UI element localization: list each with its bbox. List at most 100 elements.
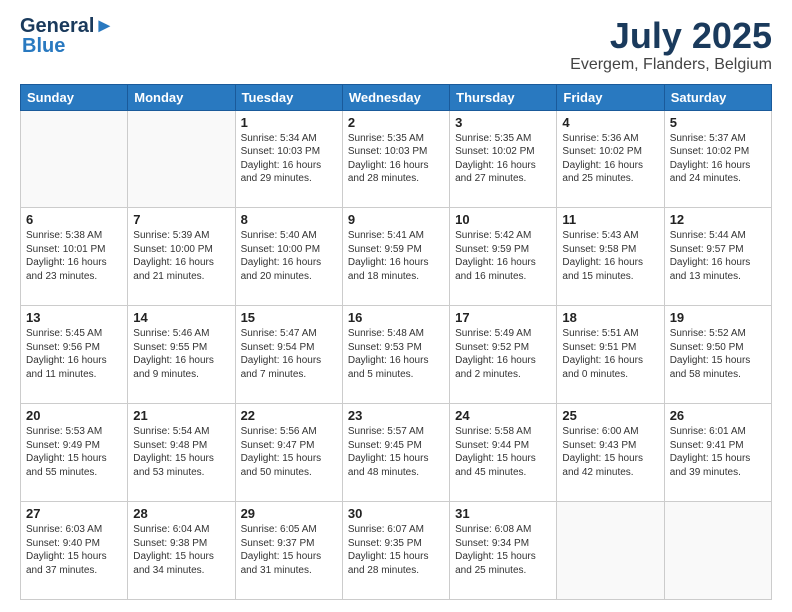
calendar-cell-0-0 [21, 110, 128, 208]
calendar-cell-2-2: 15Sunrise: 5:47 AMSunset: 9:54 PMDayligh… [235, 306, 342, 404]
calendar-cell-2-6: 19Sunrise: 5:52 AMSunset: 9:50 PMDayligh… [664, 306, 771, 404]
day-number-24: 24 [455, 408, 551, 423]
cell-content-23: Sunrise: 5:57 AMSunset: 9:45 PMDaylight:… [348, 425, 444, 479]
cell-line-17-3: and 2 minutes. [455, 369, 521, 380]
cell-line-23-0: Sunrise: 5:57 AM [348, 426, 424, 437]
calendar-cell-1-2: 8Sunrise: 5:40 AMSunset: 10:00 PMDayligh… [235, 208, 342, 306]
cell-line-4-1: Sunset: 10:02 PM [562, 146, 642, 157]
calendar-subtitle: Evergem, Flanders, Belgium [570, 56, 772, 74]
col-tuesday: Tuesday [235, 84, 342, 110]
cell-line-16-1: Sunset: 9:53 PM [348, 342, 422, 353]
calendar-cell-3-1: 21Sunrise: 5:54 AMSunset: 9:48 PMDayligh… [128, 404, 235, 502]
cell-line-29-0: Sunrise: 6:05 AM [241, 524, 317, 535]
cell-content-16: Sunrise: 5:48 AMSunset: 9:53 PMDaylight:… [348, 327, 444, 381]
cell-content-5: Sunrise: 5:37 AMSunset: 10:02 PMDaylight… [670, 132, 766, 186]
cell-content-3: Sunrise: 5:35 AMSunset: 10:02 PMDaylight… [455, 132, 551, 186]
calendar-cell-0-3: 2Sunrise: 5:35 AMSunset: 10:03 PMDayligh… [342, 110, 449, 208]
cell-line-17-2: Daylight: 16 hours [455, 355, 536, 366]
logo-text: General► [20, 16, 114, 36]
cell-line-25-2: Daylight: 15 hours [562, 453, 643, 464]
cell-line-16-3: and 5 minutes. [348, 369, 414, 380]
day-number-12: 12 [670, 212, 766, 227]
cell-line-20-1: Sunset: 9:49 PM [26, 440, 100, 451]
day-number-18: 18 [562, 310, 658, 325]
cell-content-13: Sunrise: 5:45 AMSunset: 9:56 PMDaylight:… [26, 327, 122, 381]
cell-line-6-1: Sunset: 10:01 PM [26, 244, 106, 255]
cell-line-13-3: and 11 minutes. [26, 369, 96, 380]
cell-line-22-3: and 50 minutes. [241, 467, 312, 478]
day-number-19: 19 [670, 310, 766, 325]
cell-line-29-3: and 31 minutes. [241, 565, 312, 576]
week-row-3: 13 Sunrise: 5:45 AMSunset: 9:56 PMDayligh… [21, 306, 772, 404]
logo: General► Blue [20, 16, 114, 56]
cell-content-1: Sunrise: 5:34 AMSunset: 10:03 PMDaylight… [241, 132, 337, 186]
cell-line-31-2: Daylight: 15 hours [455, 551, 536, 562]
cell-content-6: Sunrise: 5:38 AMSunset: 10:01 PMDaylight… [26, 229, 122, 283]
cell-line-28-2: Daylight: 15 hours [133, 551, 214, 562]
cell-content-12: Sunrise: 5:44 AMSunset: 9:57 PMDaylight:… [670, 229, 766, 283]
cell-line-4-0: Sunrise: 5:36 AM [562, 133, 638, 144]
cell-line-22-1: Sunset: 9:47 PM [241, 440, 315, 451]
week-row-4: 20Sunrise: 5:53 AMSunset: 9:49 PMDayligh… [21, 404, 772, 502]
cell-line-6-2: Daylight: 16 hours [26, 257, 107, 268]
day-number-23: 23 [348, 408, 444, 423]
cell-line-8-3: and 20 minutes. [241, 271, 312, 282]
col-friday: Friday [557, 84, 664, 110]
day-number-2: 2 [348, 115, 444, 130]
cell-line-7-3: and 21 minutes. [133, 271, 204, 282]
cell-line-5-1: Sunset: 10:02 PM [670, 146, 750, 157]
col-saturday: Saturday [664, 84, 771, 110]
cell-line-5-3: and 24 minutes. [670, 173, 741, 184]
cell-line-14-2: Daylight: 16 hours [133, 355, 214, 366]
week-row-1: 1Sunrise: 5:34 AMSunset: 10:03 PMDayligh… [21, 110, 772, 208]
cell-line-18-0: Sunrise: 5:51 AM [562, 328, 638, 339]
cell-line-19-3: and 58 minutes. [670, 369, 741, 380]
cell-line-15-2: Daylight: 16 hours [241, 355, 322, 366]
cell-content-10: Sunrise: 5:42 AMSunset: 9:59 PMDaylight:… [455, 229, 551, 283]
cell-line-10-2: Daylight: 16 hours [455, 257, 536, 268]
cell-line-15-3: and 7 minutes. [241, 369, 307, 380]
calendar-cell-2-3: 16Sunrise: 5:48 AMSunset: 9:53 PMDayligh… [342, 306, 449, 404]
cell-line-21-3: and 53 minutes. [133, 467, 204, 478]
day-number-22: 22 [241, 408, 337, 423]
cell-line-26-0: Sunrise: 6:01 AM [670, 426, 746, 437]
cell-line-25-0: Sunrise: 6:00 AM [562, 426, 638, 437]
cell-line-14-1: Sunset: 9:55 PM [133, 342, 207, 353]
cell-line-30-2: Daylight: 15 hours [348, 551, 429, 562]
cell-line-9-1: Sunset: 9:59 PM [348, 244, 422, 255]
cell-line-24-0: Sunrise: 5:58 AM [455, 426, 531, 437]
cell-line-26-1: Sunset: 9:41 PM [670, 440, 744, 451]
calendar-cell-1-0: 6Sunrise: 5:38 AMSunset: 10:01 PMDayligh… [21, 208, 128, 306]
cell-line-13-2: Daylight: 16 hours [26, 355, 107, 366]
week-row-5: 27Sunrise: 6:03 AMSunset: 9:40 PMDayligh… [21, 502, 772, 600]
week-row-2: 6Sunrise: 5:38 AMSunset: 10:01 PMDayligh… [21, 208, 772, 306]
calendar-cell-0-5: 4Sunrise: 5:36 AMSunset: 10:02 PMDayligh… [557, 110, 664, 208]
cell-line-26-2: Daylight: 15 hours [670, 453, 751, 464]
col-wednesday: Wednesday [342, 84, 449, 110]
cell-line-3-2: Daylight: 16 hours [455, 160, 536, 171]
cell-line-21-2: Daylight: 15 hours [133, 453, 214, 464]
day-number-28: 28 [133, 506, 229, 521]
cell-line-21-1: Sunset: 9:48 PM [133, 440, 207, 451]
cell-line-9-0: Sunrise: 5:41 AM [348, 230, 424, 241]
cell-content-18: Sunrise: 5:51 AMSunset: 9:51 PMDaylight:… [562, 327, 658, 381]
cell-line-23-3: and 48 minutes. [348, 467, 419, 478]
cell-line-2-2: Daylight: 16 hours [348, 160, 429, 171]
day-number-13: 13 [26, 310, 122, 325]
calendar-cell-4-4: 31Sunrise: 6:08 AMSunset: 9:34 PMDayligh… [450, 502, 557, 600]
calendar-cell-3-2: 22Sunrise: 5:56 AMSunset: 9:47 PMDayligh… [235, 404, 342, 502]
page: General► Blue July 2025 Evergem, Flander… [0, 0, 792, 612]
cell-line-5-0: Sunrise: 5:37 AM [670, 133, 746, 144]
calendar-table: Sunday Monday Tuesday Wednesday Thursday… [20, 84, 772, 600]
cell-line-2-3: and 28 minutes. [348, 173, 419, 184]
cell-line-28-1: Sunset: 9:38 PM [133, 538, 207, 549]
day-number-9: 9 [348, 212, 444, 227]
cell-content-8: Sunrise: 5:40 AMSunset: 10:00 PMDaylight… [241, 229, 337, 283]
day-number-20: 20 [26, 408, 122, 423]
cell-content-30: Sunrise: 6:07 AMSunset: 9:35 PMDaylight:… [348, 523, 444, 577]
cell-line-10-3: and 16 minutes. [455, 271, 526, 282]
cell-content-9: Sunrise: 5:41 AMSunset: 9:59 PMDaylight:… [348, 229, 444, 283]
calendar-cell-0-1 [128, 110, 235, 208]
calendar-cell-3-6: 26Sunrise: 6:01 AMSunset: 9:41 PMDayligh… [664, 404, 771, 502]
cell-line-1-2: Daylight: 16 hours [241, 160, 322, 171]
